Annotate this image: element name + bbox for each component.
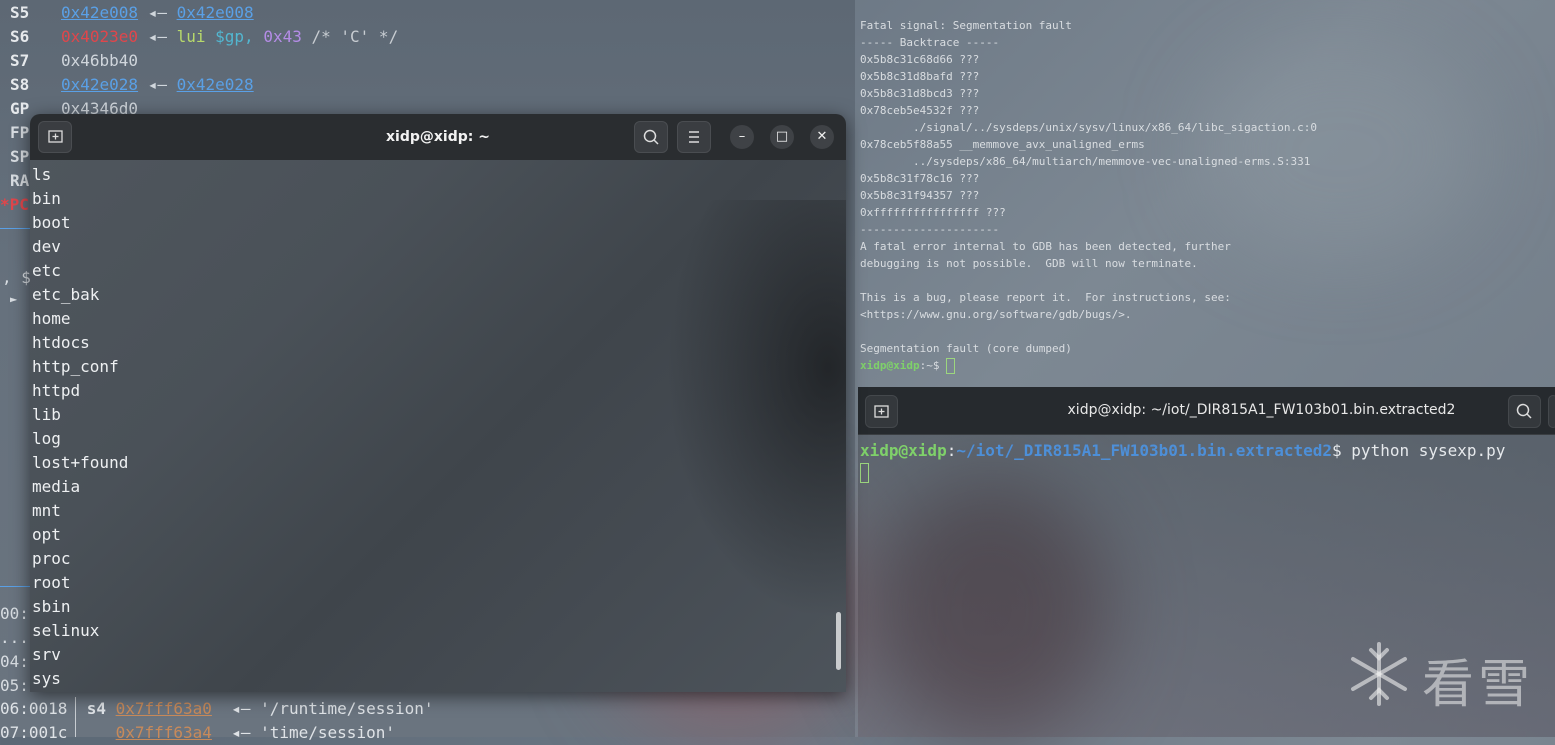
output-line: Fatal signal: Segmentation fault [860,19,1072,32]
output-line: srv [32,645,61,664]
output-line: 0x5b8c31d8bafd ??? [860,70,980,83]
output-line: home [32,309,71,328]
output-line: This is a bug, please report it. For ins… [860,291,1231,304]
output-line: 0x5b8c31f78c16 ??? [860,172,980,185]
register-s7: S7 0x46bb40 [10,51,139,70]
output-line: boot [32,213,71,232]
output-line: --------------------- [860,223,1000,236]
stack-fragment: 04: [0,652,29,671]
output-line: bin [32,189,61,208]
output-line: sys [32,669,61,688]
text-cursor [860,463,869,483]
hamburger-menu-icon [689,131,699,143]
stack-fragment: 05: [0,676,29,695]
output-line: etc [32,261,61,280]
search-icon [643,129,659,145]
output-line: Segmentation fault (core dumped) [860,342,1072,355]
background-blur [666,200,846,620]
output-line: proc [32,549,71,568]
current-instr-marker: ► [10,292,18,306]
section-divider [0,228,30,229]
output-line: mnt [32,501,61,520]
output-line: 0x5b8c31c68d66 ??? [860,53,980,66]
output-line: htdocs [32,333,90,352]
search-button[interactable] [1508,395,1541,428]
window-title: xidp@xidp: ~ [386,129,490,145]
register-fragment: FP [10,123,30,142]
output-line: root [32,573,71,592]
output-line: selinux [32,621,100,640]
scrollbar-thumb[interactable] [836,612,841,670]
output-line: ../sysdeps/x86_64/multiarch/memmove-vec-… [860,155,1311,168]
register-s5: S5 0x42e008 ◂— 0x42e008 [10,3,254,22]
output-line: sbin [32,597,71,616]
minimize-button[interactable]: – [730,125,754,149]
menu-button[interactable] [1548,395,1555,428]
output-line: log [32,429,61,448]
output-line: media [32,477,81,496]
register-fragment: *PC [0,195,29,214]
output-line: etc_bak [32,285,100,304]
output-line: 0x78ceb5e4532f ??? [860,104,980,117]
disasm-fragment: , $ [2,268,31,287]
hamburger-menu-button[interactable] [677,121,711,153]
output-line: lib [32,405,61,424]
maximize-button[interactable]: □ [770,125,794,149]
section-divider [0,586,30,587]
output-line: lost+found [32,453,129,472]
output-line: opt [32,525,61,544]
stack-fragment: 00: [0,604,29,623]
output-line: 0x5b8c31d8bcd3 ??? [860,87,980,100]
command-line: xidp@xidp:~/iot/_DIR815A1_FW103b01.bin.e… [860,441,1506,460]
output-line: 0x78ceb5f88a55 __memmove_avx_unaligned_e… [860,138,1145,151]
close-button[interactable]: ✕ [810,125,834,149]
gdb-crash-terminal[interactable]: Fatal signal: Segmentation fault ----- B… [860,0,1555,385]
output-line: ----- Backtrace ----- [860,36,1000,49]
register-fragment: RA [10,171,30,190]
snowflake-logo-icon [1351,642,1407,706]
search-icon [1516,403,1532,419]
output-line: 0x5b8c31f94357 ??? [860,189,980,202]
stack-fragment: ... [0,628,29,647]
search-button[interactable] [634,121,668,153]
output-line: http_conf [32,357,119,376]
output-line: 0xffffffffffffffff ??? [860,206,1006,219]
output-line: <https://www.gnu.org/software/gdb/bugs/>… [860,308,1132,321]
window-title: xidp@xidp: ~/iot/_DIR815A1_FW103b01.bin.… [1067,402,1456,418]
text-cursor [946,358,956,374]
window-titlebar[interactable]: xidp@xidp: ~ – □ ✕ [30,114,846,160]
output-line: ls [32,165,52,184]
register-fragment: SP [10,147,30,166]
window-titlebar[interactable]: xidp@xidp: ~/iot/_DIR815A1_FW103b01.bin.… [858,387,1555,435]
output-line: ./signal/../sysdeps/unix/sysv/linux/x86_… [860,121,1317,134]
shell-prompt: xidp@xidp:~$ [860,357,956,374]
terminal-body[interactable]: ls bin boot dev etc etc_bak home htdocs … [30,160,846,692]
output-line: debugging is not possible. GDB will now … [860,257,1198,270]
output-line: httpd [32,381,81,400]
output-line: A fatal error internal to GDB has been d… [860,240,1231,253]
stack-row: 07:001c 0x7fff63a4 ◂— 'time/session' [0,723,395,742]
watermark-text: 看雪 [1422,655,1535,715]
register-s6: S6 0x4023e0 ◂— lui $gp, 0x43 /* 'C' */ [10,27,399,46]
output-line: dev [32,237,61,256]
main-terminal-window[interactable]: xidp@xidp: ~ – □ ✕ ls bin boot dev etc e… [30,114,846,692]
register-s8: S8 0x42e028 ◂— 0x42e028 [10,75,254,94]
stack-row: 06:0018 s4 0x7fff63a0 ◂— '/runtime/sessi… [0,699,434,718]
